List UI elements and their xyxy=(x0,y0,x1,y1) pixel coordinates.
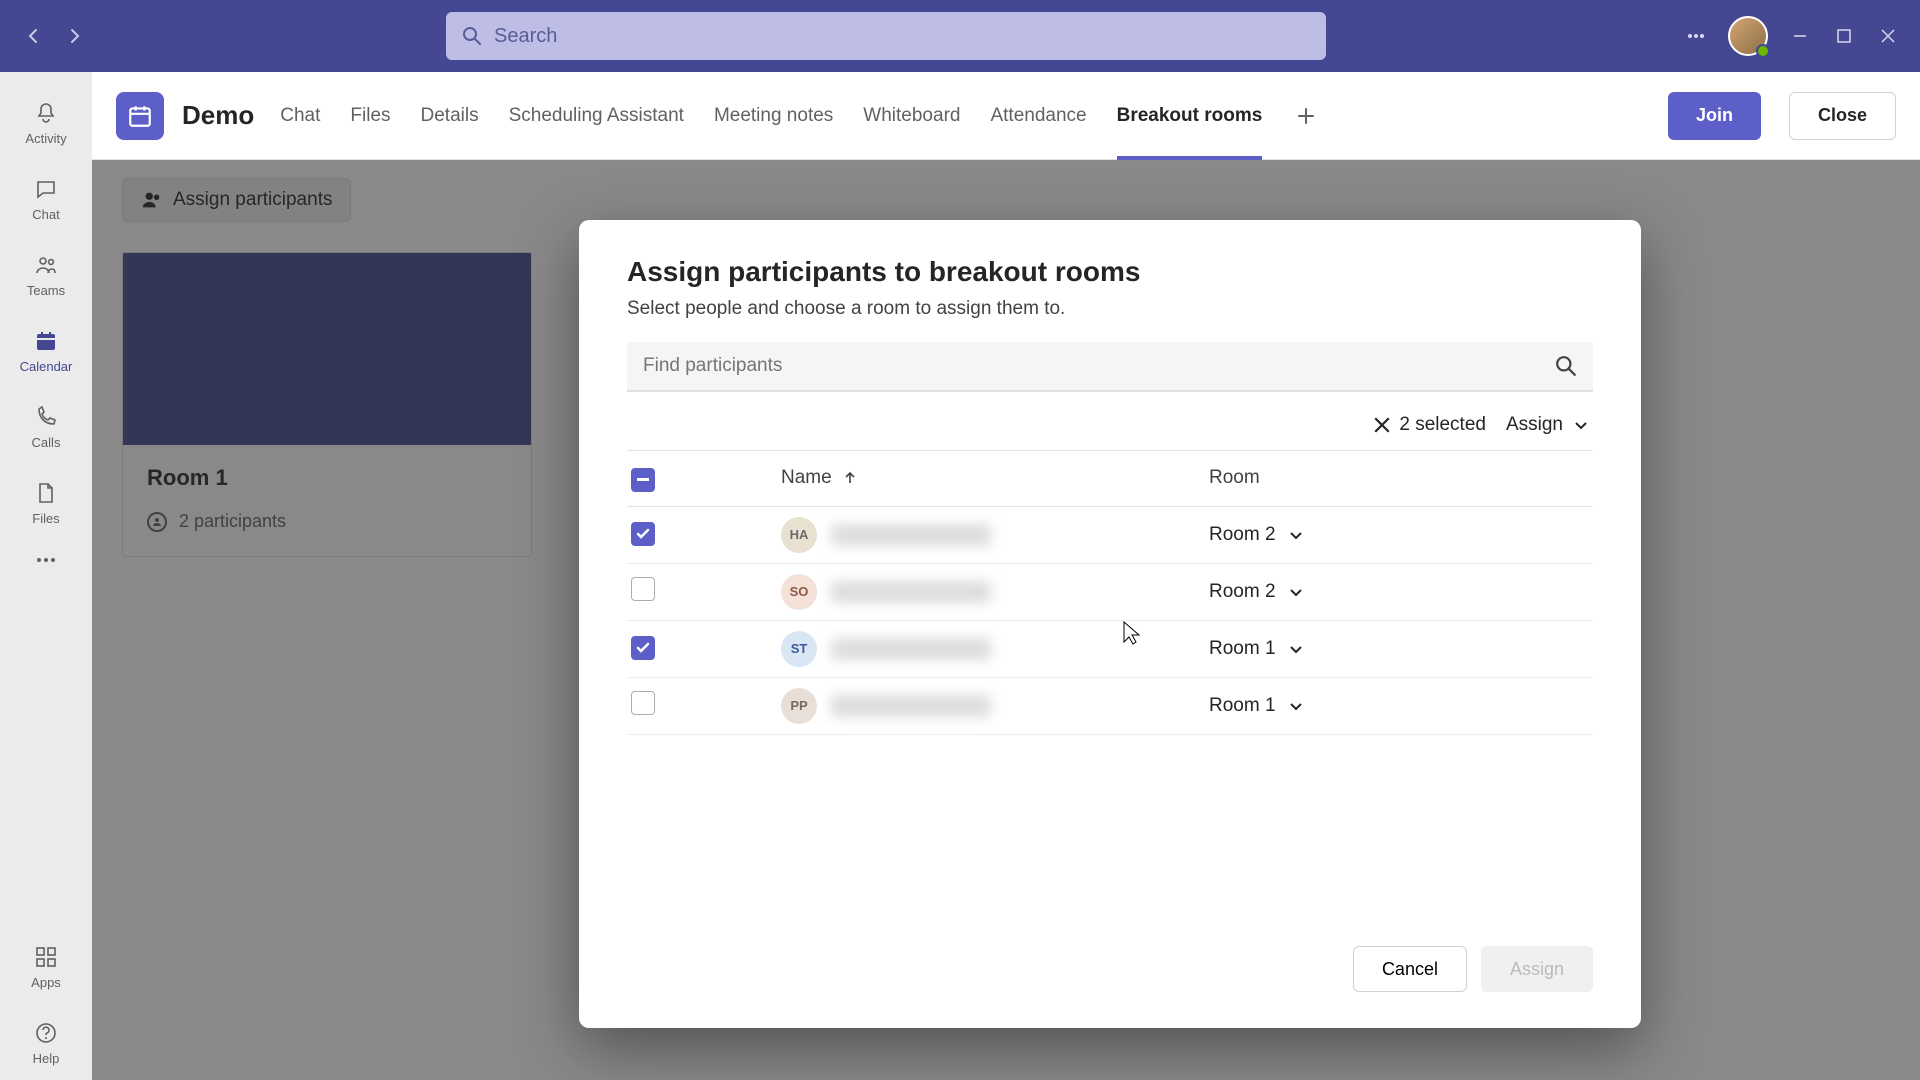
chevron-down-icon xyxy=(1573,417,1589,433)
rail-label: Calendar xyxy=(20,359,73,374)
cancel-button[interactable]: Cancel xyxy=(1353,946,1467,992)
participant-name xyxy=(831,638,991,660)
column-header-name[interactable]: Name xyxy=(781,467,832,489)
search-icon xyxy=(462,26,482,46)
rail-label: Help xyxy=(33,1051,60,1066)
participant-avatar: ST xyxy=(781,631,817,667)
participant-checkbox[interactable] xyxy=(631,577,655,601)
window-close-button[interactable] xyxy=(1876,24,1900,48)
participant-row: ST Room 1 xyxy=(627,621,1593,678)
nav-forward-button[interactable] xyxy=(60,22,88,50)
participant-avatar: HA xyxy=(781,517,817,553)
rail-help[interactable]: Help xyxy=(0,1004,92,1080)
selected-count: 2 selected xyxy=(1399,414,1486,436)
bell-icon xyxy=(32,99,60,127)
sort-asc-icon xyxy=(842,470,858,486)
participant-name xyxy=(831,581,991,603)
phone-icon xyxy=(32,403,60,431)
profile-avatar[interactable] xyxy=(1728,16,1768,56)
rail-label: Chat xyxy=(32,207,59,222)
close-icon xyxy=(1373,416,1391,434)
add-tab-button[interactable] xyxy=(1292,102,1320,130)
rail-apps[interactable]: Apps xyxy=(0,928,92,1004)
tab-meeting-notes[interactable]: Meeting notes xyxy=(714,72,833,160)
join-button[interactable]: Join xyxy=(1668,92,1761,140)
participant-room-dropdown[interactable]: Room 2 xyxy=(1209,524,1589,546)
more-options-button[interactable] xyxy=(1684,24,1708,48)
rail-calendar[interactable]: Calendar xyxy=(0,312,92,388)
assign-participants-dialog: Assign participants to breakout rooms Se… xyxy=(579,220,1641,1028)
tab-breakout-rooms[interactable]: Breakout rooms xyxy=(1117,72,1263,160)
rail-teams[interactable]: Teams xyxy=(0,236,92,312)
rail-label: Files xyxy=(32,511,59,526)
dialog-title: Assign participants to breakout rooms xyxy=(627,256,1593,288)
meeting-header: Demo Chat Files Details Scheduling Assistan… xyxy=(92,72,1920,160)
select-all-checkbox[interactable] xyxy=(631,468,655,492)
dialog-subtitle: Select people and choose a room to assig… xyxy=(627,298,1593,320)
window-minimize-button[interactable] xyxy=(1788,24,1812,48)
app-rail: Activity Chat Teams Calendar Calls Files xyxy=(0,72,92,1080)
rail-activity[interactable]: Activity xyxy=(0,84,92,160)
nav-back-button[interactable] xyxy=(20,22,48,50)
tab-chat[interactable]: Chat xyxy=(280,72,320,160)
search-box[interactable] xyxy=(446,12,1326,60)
meeting-calendar-icon xyxy=(116,92,164,140)
tab-attendance[interactable]: Attendance xyxy=(990,72,1086,160)
participant-row: HA Room 2 xyxy=(627,507,1593,564)
participant-room-dropdown[interactable]: Room 2 xyxy=(1209,581,1589,603)
rail-label: Teams xyxy=(27,283,65,298)
participant-checkbox[interactable] xyxy=(631,636,655,660)
find-participants-input[interactable] xyxy=(643,355,1555,377)
rail-label: Activity xyxy=(25,131,66,146)
participant-avatar: SO xyxy=(781,574,817,610)
meeting-title: Demo xyxy=(182,100,254,131)
rail-files[interactable]: Files xyxy=(0,464,92,540)
mouse-cursor xyxy=(1122,620,1142,646)
calendar-icon xyxy=(32,327,60,355)
tab-details[interactable]: Details xyxy=(421,72,479,160)
column-header-room[interactable]: Room xyxy=(1209,467,1589,489)
participant-name xyxy=(831,524,991,546)
participant-row: PP Room 1 xyxy=(627,678,1593,735)
search-icon xyxy=(1555,355,1577,377)
teams-icon xyxy=(32,251,60,279)
window-maximize-button[interactable] xyxy=(1832,24,1856,48)
tab-scheduling-assistant[interactable]: Scheduling Assistant xyxy=(509,72,684,160)
file-icon xyxy=(32,479,60,507)
chat-icon xyxy=(32,175,60,203)
participant-checkbox[interactable] xyxy=(631,691,655,715)
close-button[interactable]: Close xyxy=(1789,92,1896,140)
rail-label: Apps xyxy=(31,975,61,990)
participant-room-dropdown[interactable]: Room 1 xyxy=(1209,638,1589,660)
rail-calls[interactable]: Calls xyxy=(0,388,92,464)
participant-room-dropdown[interactable]: Room 1 xyxy=(1209,695,1589,717)
assign-dropdown[interactable]: Assign xyxy=(1506,414,1589,436)
search-input[interactable] xyxy=(494,25,1310,48)
participant-row: SO Room 2 xyxy=(627,564,1593,621)
presence-indicator xyxy=(1756,44,1770,58)
participant-name xyxy=(831,695,991,717)
find-participants-box[interactable] xyxy=(627,342,1593,392)
assign-dropdown-label: Assign xyxy=(1506,414,1563,436)
assign-button[interactable]: Assign xyxy=(1481,946,1593,992)
tab-files[interactable]: Files xyxy=(350,72,390,160)
participant-avatar: PP xyxy=(781,688,817,724)
rail-label: Calls xyxy=(32,435,61,450)
rail-chat[interactable]: Chat xyxy=(0,160,92,236)
help-icon xyxy=(32,1019,60,1047)
titlebar xyxy=(0,0,1920,72)
clear-selection-button[interactable]: 2 selected xyxy=(1373,414,1486,436)
apps-icon xyxy=(32,943,60,971)
rail-more-button[interactable] xyxy=(26,540,66,580)
tab-whiteboard[interactable]: Whiteboard xyxy=(863,72,960,160)
participant-checkbox[interactable] xyxy=(631,522,655,546)
